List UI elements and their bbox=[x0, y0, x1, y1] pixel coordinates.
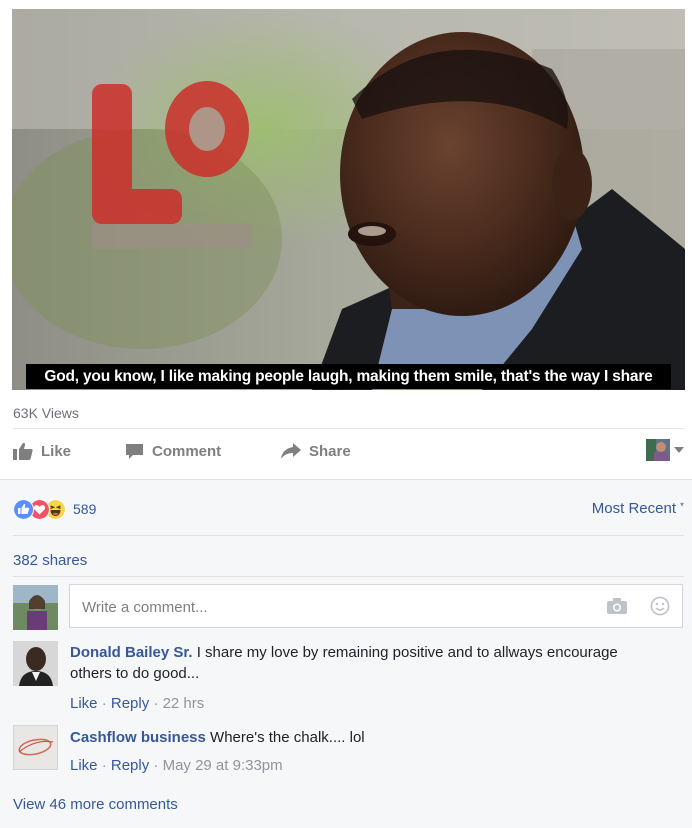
comment-sort-label: Most Recent bbox=[591, 500, 676, 517]
comment-text: Cashflow business Where's the chalk.... … bbox=[70, 727, 660, 748]
camera-icon[interactable] bbox=[607, 598, 627, 614]
comment-composer bbox=[69, 584, 683, 628]
comment-input[interactable] bbox=[80, 596, 564, 618]
comment-text: Donald Bailey Sr. I share my love by rem… bbox=[70, 642, 660, 684]
avatar-photo bbox=[13, 585, 58, 630]
comment-timestamp[interactable]: May 29 at 9:33pm bbox=[163, 757, 283, 774]
separator: · bbox=[153, 757, 159, 774]
comment-sort-dropdown[interactable]: Most Recent ▾ bbox=[592, 500, 684, 517]
share-button[interactable]: Share bbox=[281, 431, 351, 471]
comment-author-link[interactable]: Cashflow business bbox=[70, 729, 206, 746]
avatar-photo bbox=[13, 725, 58, 770]
separator: · bbox=[101, 757, 107, 774]
divider bbox=[13, 576, 684, 577]
like-button[interactable]: Like bbox=[13, 431, 71, 471]
separator: · bbox=[101, 695, 107, 712]
share-arrow-icon bbox=[281, 443, 301, 459]
comment-bubble-icon bbox=[126, 443, 143, 459]
chevron-down-icon bbox=[674, 447, 684, 453]
avatar-photo bbox=[13, 641, 58, 686]
comment-like-link[interactable]: Like bbox=[70, 695, 98, 712]
divider bbox=[13, 535, 684, 536]
post-as-selector[interactable] bbox=[646, 439, 684, 461]
comment-message: Where's the chalk.... lol bbox=[205, 729, 365, 746]
comment-reply-link[interactable]: Reply bbox=[111, 695, 149, 712]
thumbs-up-icon bbox=[13, 442, 33, 460]
comment-like-link[interactable]: Like bbox=[70, 757, 98, 774]
comment-reply-link[interactable]: Reply bbox=[111, 757, 149, 774]
view-more-comments-link[interactable]: View 46 more comments bbox=[13, 796, 178, 813]
comment-meta: Like · Reply · May 29 at 9:33pm bbox=[70, 757, 283, 774]
divider bbox=[13, 428, 684, 429]
shares-link[interactable]: 382 shares bbox=[13, 552, 87, 569]
reaction-count: 589 bbox=[73, 501, 97, 517]
view-count: 63K Views bbox=[13, 405, 79, 421]
video-caption: God, you know, I like making people laug… bbox=[26, 364, 671, 389]
commenter-avatar[interactable] bbox=[13, 641, 58, 686]
emoji-icon[interactable] bbox=[650, 596, 670, 616]
like-button-label: Like bbox=[41, 442, 72, 460]
comment-author-link[interactable]: Donald Bailey Sr. bbox=[70, 644, 193, 661]
comment-timestamp[interactable]: 22 hrs bbox=[163, 695, 205, 712]
video-frame bbox=[12, 9, 685, 390]
video-player[interactable]: God, you know, I like making people laug… bbox=[12, 9, 685, 390]
commenter-avatar[interactable] bbox=[13, 725, 58, 770]
reactions-summary[interactable]: 589 bbox=[13, 498, 97, 520]
like-reaction-icon bbox=[13, 498, 34, 520]
comment-meta: Like · Reply · 22 hrs bbox=[70, 695, 204, 712]
caret-down-icon: ▾ bbox=[679, 500, 684, 509]
page-avatar bbox=[646, 439, 670, 461]
share-button-label: Share bbox=[309, 442, 351, 460]
comment-button[interactable]: Comment bbox=[125, 431, 221, 471]
comment-button-label: Comment bbox=[152, 442, 222, 460]
current-user-avatar bbox=[13, 585, 58, 630]
feedback-section: 589 Most Recent ▾ 382 shares Write a com… bbox=[0, 479, 692, 828]
separator: · bbox=[153, 695, 159, 712]
action-bar: Like Comment Share bbox=[13, 431, 684, 471]
